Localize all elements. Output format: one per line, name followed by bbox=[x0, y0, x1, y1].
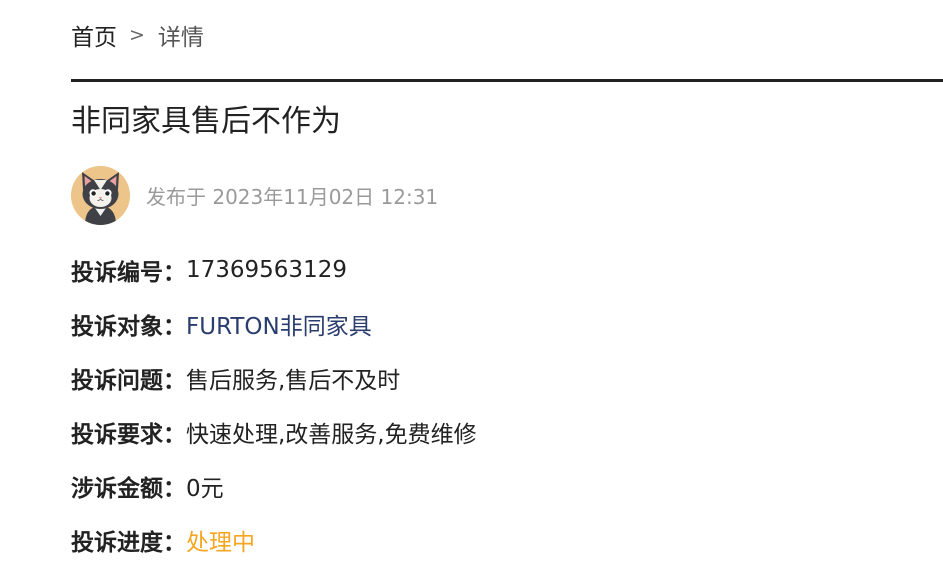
field-label: 投诉要求： bbox=[71, 422, 186, 448]
field-value: 快速处理,改善服务,免费维修 bbox=[186, 422, 477, 448]
field-value: 0元 bbox=[186, 476, 224, 502]
breadcrumb-home-link[interactable]: 首页 bbox=[71, 18, 117, 52]
field-label: 投诉编号： bbox=[71, 260, 186, 286]
field-value: 17369563129 bbox=[186, 257, 347, 283]
field-complaint-request: 投诉要求： 快速处理,改善服务,免费维修 bbox=[71, 405, 477, 459]
field-label: 投诉对象： bbox=[71, 314, 186, 340]
field-complaint-amount: 涉诉金额： 0元 bbox=[71, 459, 477, 513]
cat-avatar-icon bbox=[71, 165, 130, 225]
complaint-target-link[interactable]: FURTON非同家具 bbox=[186, 307, 372, 341]
field-label: 涉诉金额： bbox=[71, 476, 186, 502]
field-label: 投诉问题： bbox=[71, 368, 186, 394]
field-complaint-number: 投诉编号： 17369563129 bbox=[71, 243, 477, 297]
status-badge: 处理中 bbox=[186, 530, 255, 556]
breadcrumb-current: 详情 bbox=[157, 25, 204, 51]
field-complaint-issue: 投诉问题： 售后服务,售后不及时 bbox=[71, 351, 477, 405]
header-divider bbox=[71, 79, 943, 82]
field-complaint-target: 投诉对象： FURTON非同家具 bbox=[71, 297, 477, 351]
post-meta: 发布于 2023年11月02日 12:31 bbox=[71, 165, 438, 225]
field-value: 售后服务,售后不及时 bbox=[186, 368, 401, 394]
breadcrumb: 首页 > 详情 bbox=[71, 19, 204, 51]
breadcrumb-separator: > bbox=[129, 24, 145, 46]
field-complaint-progress: 投诉进度： 处理中 bbox=[71, 513, 477, 567]
field-label: 投诉进度： bbox=[71, 530, 186, 556]
publish-time: 发布于 2023年11月02日 12:31 bbox=[146, 184, 439, 209]
page-title: 非同家具售后不作为 bbox=[71, 104, 341, 139]
complaint-details: 投诉编号： 17369563129 投诉对象： FURTON非同家具 投诉问题：… bbox=[71, 243, 477, 567]
